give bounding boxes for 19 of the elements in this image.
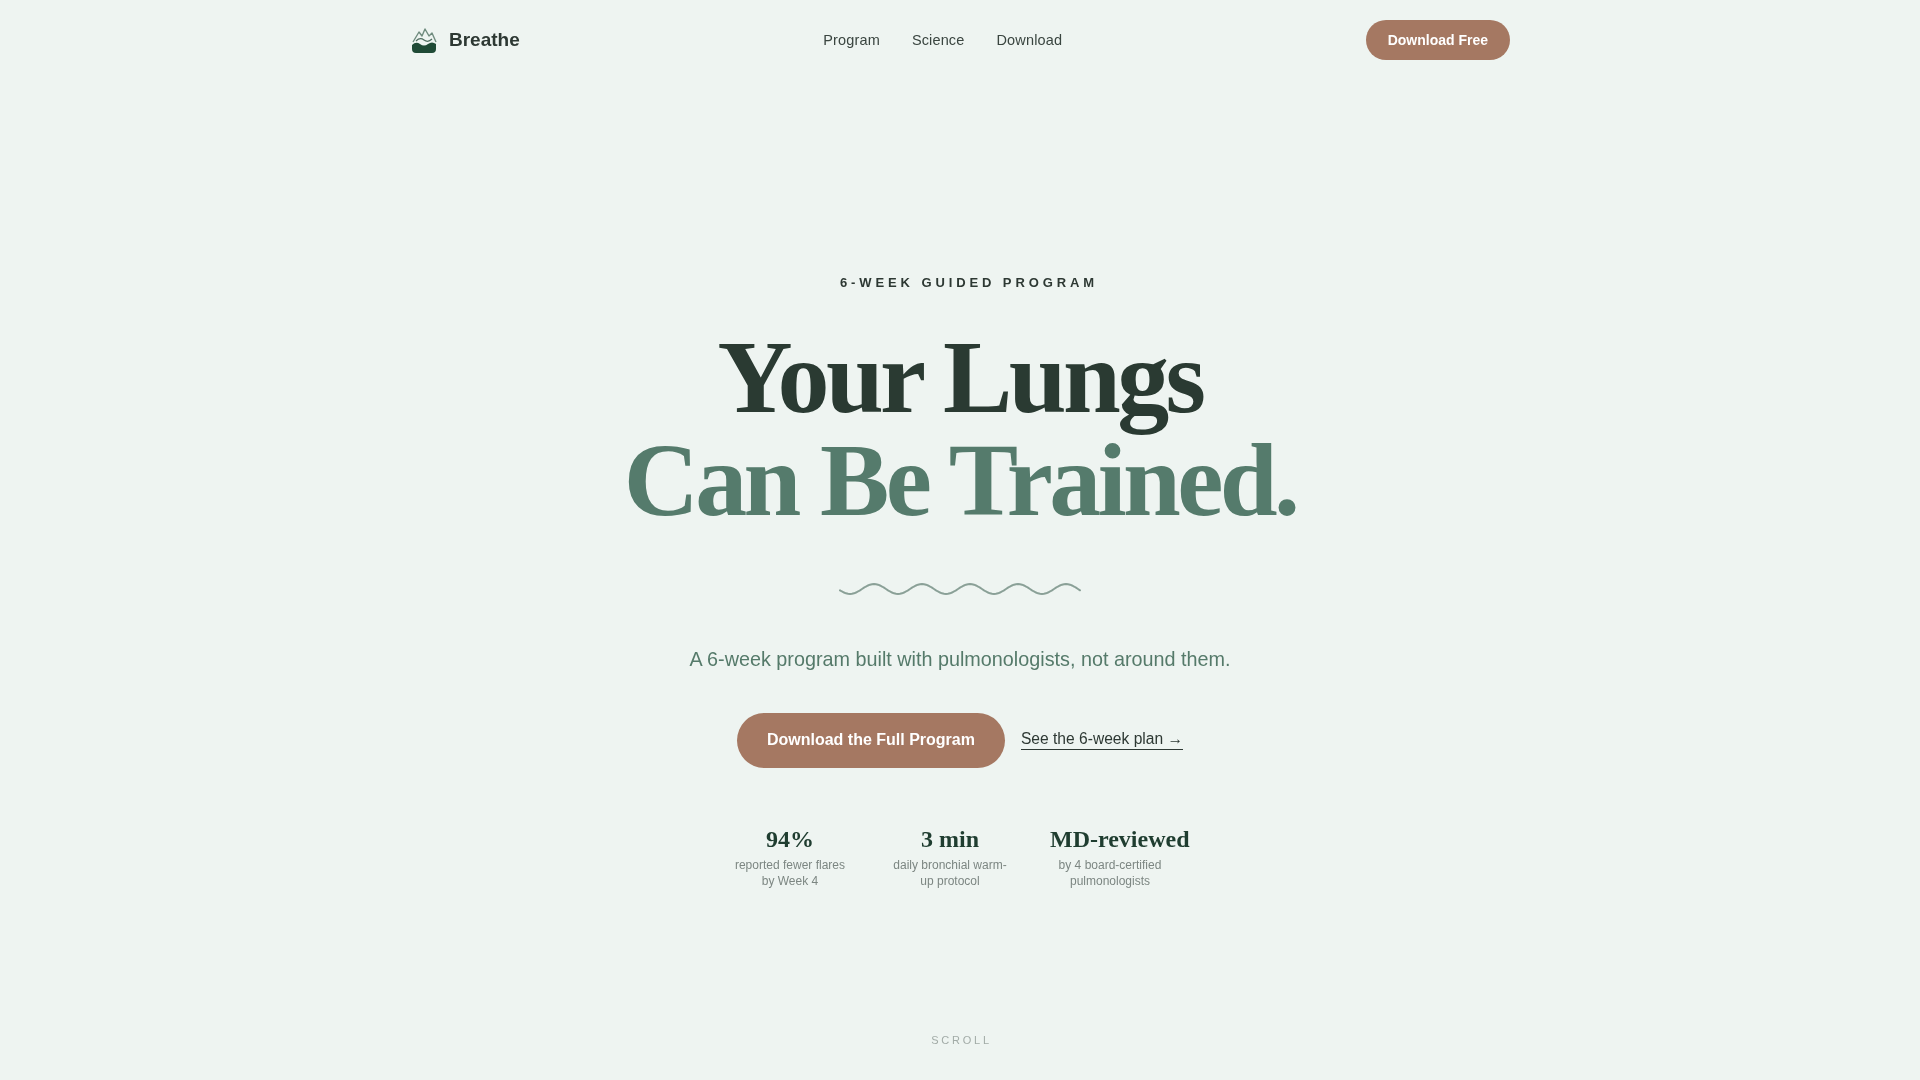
mountain-logo-icon <box>410 27 438 53</box>
download-free-button[interactable]: Download Free <box>1365 20 1510 60</box>
nav-link[interactable]: Download <box>996 32 1063 48</box>
stat-caption: by 4 board-certified pulmonologists <box>1057 856 1163 889</box>
eyebrow-label: 6-WEEK GUIDED PROGRAM <box>839 274 1099 291</box>
stat-value: MD-reviewed <box>1050 824 1190 854</box>
nav-link[interactable]: Program <box>823 32 880 48</box>
stat-value: 94% <box>766 824 814 854</box>
stat-caption: reported fewer flares by Week 4 <box>733 856 846 889</box>
hero-title-line: Can Be Trained. <box>623 434 1297 527</box>
stat-caption: daily bronchial warm-up protocol <box>892 856 1008 889</box>
hero-title-line: Your Lungs <box>717 319 1203 434</box>
stat-value: 3 min <box>920 824 979 854</box>
hero-subtitle: A 6-week program built with pulmonologists, not around them. <box>689 646 1231 672</box>
nav-link[interactable]: Science <box>911 32 965 48</box>
brand-logo-link[interactable]: Breathe <box>410 27 520 53</box>
six-week-plan-link[interactable]: See the 6-week plan → <box>1020 730 1184 751</box>
scroll-hint: SCROLL <box>931 1033 992 1047</box>
download-program-button[interactable]: Download the Full Program <box>736 712 1005 768</box>
